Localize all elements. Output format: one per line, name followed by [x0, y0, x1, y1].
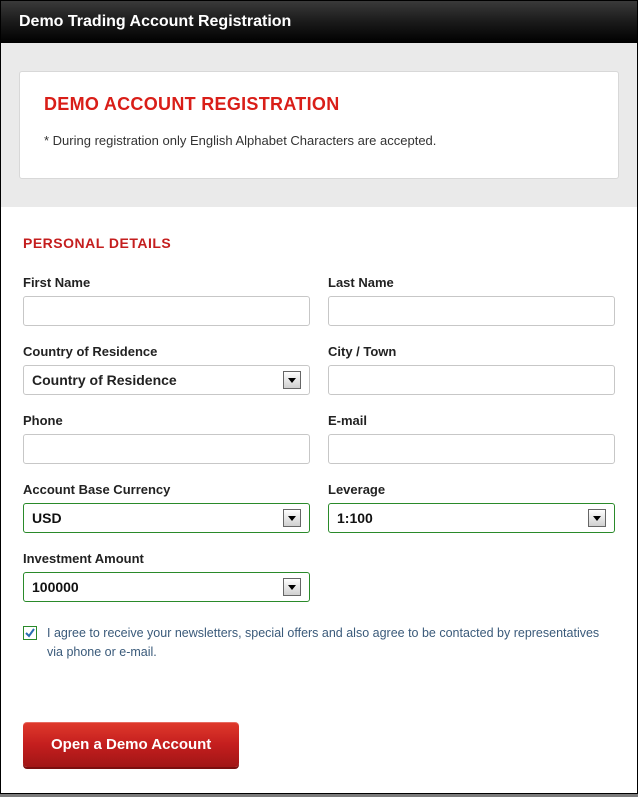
investment-value: 100000: [32, 579, 79, 595]
chevron-down-icon: [283, 509, 301, 527]
leverage-select[interactable]: 1:100: [328, 503, 615, 533]
modal-footer: Open a Demo Account: [1, 702, 637, 793]
info-box: DEMO ACCOUNT REGISTRATION * During regis…: [19, 71, 619, 179]
last-name-input[interactable]: [328, 296, 615, 326]
leverage-value: 1:100: [337, 510, 373, 526]
country-value: Country of Residence: [32, 372, 177, 388]
investment-select[interactable]: 100000: [23, 572, 310, 602]
consent-checkbox[interactable]: [23, 626, 37, 640]
currency-label: Account Base Currency: [23, 482, 310, 497]
investment-label: Investment Amount: [23, 551, 310, 566]
first-name-label: First Name: [23, 275, 310, 290]
info-area: DEMO ACCOUNT REGISTRATION * During regis…: [1, 43, 637, 207]
leverage-label: Leverage: [328, 482, 615, 497]
checkmark-icon: [24, 627, 36, 639]
first-name-input[interactable]: [23, 296, 310, 326]
info-title: DEMO ACCOUNT REGISTRATION: [44, 94, 594, 115]
last-name-label: Last Name: [328, 275, 615, 290]
submit-button[interactable]: Open a Demo Account: [23, 722, 239, 767]
country-select[interactable]: Country of Residence: [23, 365, 310, 395]
info-note: * During registration only English Alpha…: [44, 133, 594, 148]
chevron-down-icon: [588, 509, 606, 527]
submit-label: Open a Demo Account: [51, 736, 211, 753]
currency-value: USD: [32, 510, 62, 526]
chevron-down-icon: [283, 578, 301, 596]
city-label: City / Town: [328, 344, 615, 359]
modal-header: Demo Trading Account Registration: [1, 1, 637, 43]
registration-modal: Demo Trading Account Registration DEMO A…: [0, 0, 638, 794]
section-title: PERSONAL DETAILS: [23, 235, 615, 251]
chevron-down-icon: [283, 371, 301, 389]
city-input[interactable]: [328, 365, 615, 395]
modal-title: Demo Trading Account Registration: [19, 13, 291, 30]
form-content: PERSONAL DETAILS First Name Last Name Co…: [1, 207, 637, 702]
email-label: E-mail: [328, 413, 615, 428]
consent-text: I agree to receive your newsletters, spe…: [47, 624, 615, 662]
phone-input[interactable]: [23, 434, 310, 464]
country-label: Country of Residence: [23, 344, 310, 359]
phone-label: Phone: [23, 413, 310, 428]
email-input[interactable]: [328, 434, 615, 464]
currency-select[interactable]: USD: [23, 503, 310, 533]
